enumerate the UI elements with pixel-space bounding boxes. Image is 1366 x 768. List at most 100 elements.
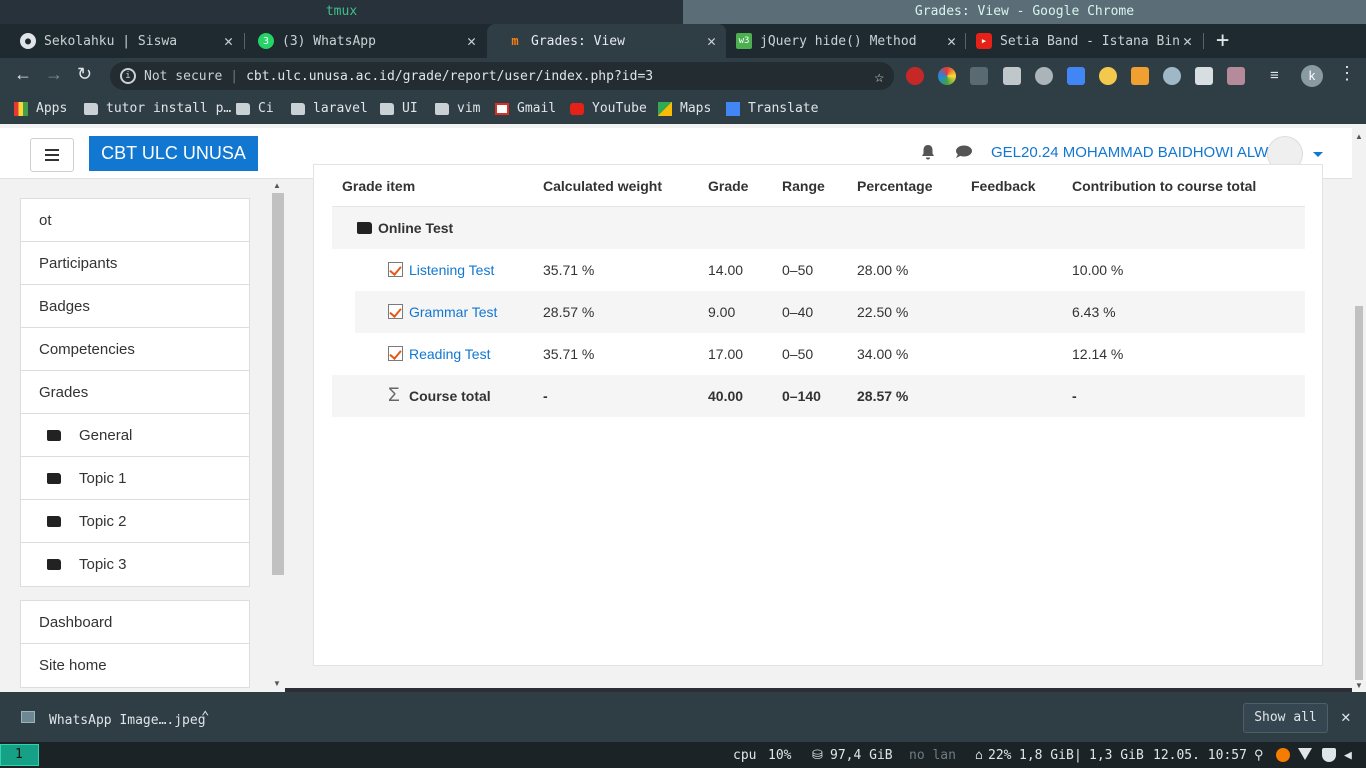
system-status-bar: 1 cpu 10% ⛁ 97,4 GiB no lan ⌂ 22% 1,8 Gi…	[0, 742, 1366, 768]
chrome-menu-icon[interactable]: ⋮	[1338, 63, 1356, 84]
close-tab-icon[interactable]: ✕	[707, 32, 716, 50]
new-tab-button[interactable]: +	[1216, 28, 1229, 53]
scroll-down-icon[interactable]: ▼	[273, 679, 281, 688]
show-all-button[interactable]: Show all	[1243, 703, 1328, 733]
forward-button[interactable]: →	[45, 64, 63, 85]
close-tab-icon[interactable]: ✕	[947, 32, 956, 50]
scroll-down-icon[interactable]: ▼	[1355, 681, 1363, 690]
media-queue-icon[interactable]: ≡	[1270, 67, 1288, 85]
close-tab-icon[interactable]: ✕	[1183, 32, 1192, 50]
scroll-up-icon[interactable]: ▲	[1355, 132, 1363, 141]
yab-extension-icon[interactable]	[906, 67, 924, 85]
nav-item-grades[interactable]: Grades	[21, 371, 249, 414]
security-label: Not secure	[144, 68, 223, 84]
nav-item-label: Topic 2	[79, 512, 127, 530]
tab-jquery-hide[interactable]: w3 jQuery hide() Method ✕	[716, 24, 966, 58]
grade-item-link[interactable]: Reading Test	[409, 346, 490, 362]
lightbulb-extension-icon[interactable]	[1099, 67, 1117, 85]
nav-item-site-home[interactable]: Site home	[21, 644, 249, 687]
tab-title: Sekolahku | Siswa	[44, 33, 178, 49]
nav-item-badges[interactable]: Badges	[21, 285, 249, 328]
message-icon[interactable]	[955, 145, 973, 159]
google-translate-extension-icon[interactable]	[1067, 67, 1085, 85]
nav-item-topic-3[interactable]: Topic 3	[21, 543, 249, 586]
range-cell: 0–50	[782, 346, 814, 362]
profile-avatar[interactable]: k	[1301, 65, 1323, 87]
tab-divider	[1203, 33, 1204, 49]
bookmark-tutor-install[interactable]: tutor install p…	[84, 101, 231, 116]
bookmark-label: Ci	[258, 101, 274, 116]
scrollbar-thumb[interactable]	[1355, 306, 1363, 680]
scroll-up-icon[interactable]: ▲	[273, 181, 281, 190]
wifi-icon[interactable]	[1298, 748, 1312, 760]
drawer-toggle-button[interactable]	[30, 138, 74, 172]
nav-item-dashboard[interactable]: Dashboard	[21, 601, 249, 644]
chevron-down-icon[interactable]	[1313, 152, 1323, 157]
bookmark-star-icon[interactable]: ☆	[874, 67, 884, 86]
bookmark-gmail[interactable]: Gmail	[495, 101, 556, 116]
bookmark-label: Gmail	[517, 101, 557, 116]
grade-cell: 9.00	[708, 304, 736, 320]
close-tab-icon[interactable]: ✕	[467, 32, 476, 50]
bookmark-youtube[interactable]: YouTube	[570, 101, 647, 116]
scrollbar-thumb[interactable]	[272, 193, 284, 575]
nav-item-topic-2[interactable]: Topic 2	[21, 500, 249, 543]
link-icon[interactable]: ⚲	[1254, 748, 1268, 763]
nav-item-competencies[interactable]: Competencies	[21, 328, 249, 371]
eraser-extension-icon[interactable]	[1195, 67, 1213, 85]
nav-item-topic-1[interactable]: Topic 1	[21, 457, 249, 500]
nav-item-participants[interactable]: Participants	[21, 242, 249, 285]
drawer-scrollbar[interactable]: ▲ ▼	[271, 179, 285, 692]
folder-icon	[380, 102, 394, 115]
folder-icon	[84, 102, 98, 115]
reload-button[interactable]: ↻	[77, 64, 92, 85]
grade-item-link[interactable]: Grammar Test	[409, 304, 497, 320]
back-button[interactable]: ←	[14, 64, 32, 85]
grade-cell: 17.00	[708, 346, 744, 362]
tab-grades-view[interactable]: m Grades: View ✕	[487, 24, 726, 58]
disk-free: 97,4 GiB	[830, 748, 893, 763]
bookmark-apps[interactable]: Apps	[14, 101, 67, 116]
flame-icon[interactable]	[1276, 748, 1290, 762]
bookmark-ui[interactable]: UI	[380, 101, 418, 116]
tab-youtube-setia-band[interactable]: ▶ Setia Band - Istana Bint ✕	[956, 24, 1202, 58]
circle-extension-icon[interactable]	[1163, 67, 1181, 85]
site-nav-block: Dashboard Site home	[20, 600, 250, 688]
close-tab-icon[interactable]: ✕	[224, 32, 233, 50]
nav-item-general[interactable]: General	[21, 414, 249, 457]
mail-checker-extension-icon[interactable]	[1003, 67, 1021, 85]
tab-whatsapp[interactable]: 3 (3) WhatsApp ✕	[238, 24, 486, 58]
bookmark-maps[interactable]: Maps	[658, 101, 711, 116]
grade-item-link[interactable]: Listening Test	[409, 262, 494, 278]
close-icon[interactable]: ✕	[1341, 707, 1351, 726]
download-filename[interactable]: WhatsApp Image….jpeg	[49, 713, 206, 728]
chevron-up-icon[interactable]: ⌃	[201, 709, 209, 725]
url-text[interactable]: cbt.ulc.unusa.ac.id/grade/report/user/in…	[246, 69, 653, 84]
quiz-icon	[388, 346, 403, 361]
folder-icon	[357, 222, 372, 234]
gear-extension-icon[interactable]	[1035, 67, 1053, 85]
notes-extension-icon[interactable]	[1131, 67, 1149, 85]
bookmark-laravel[interactable]: laravel	[291, 101, 368, 116]
bell-icon[interactable]	[920, 144, 936, 160]
bookmark-translate[interactable]: Translate	[726, 101, 818, 116]
address-bar[interactable]: i Not secure | cbt.ulc.unusa.ac.id/grade…	[110, 62, 894, 90]
shield-icon[interactable]	[1322, 748, 1336, 762]
bookmark-ci[interactable]: Ci	[236, 101, 274, 116]
page-scrollbar[interactable]: ▲ ▼	[1352, 128, 1366, 692]
course-nav-block: ot Participants Badges Competencies Grad…	[20, 198, 250, 587]
folder-icon	[47, 429, 61, 441]
percentage-cell: 28.57 %	[857, 388, 909, 404]
color-picker-extension-icon[interactable]	[938, 67, 956, 85]
volume-icon[interactable]: ◀	[1344, 748, 1358, 763]
ruler-extension-icon[interactable]	[970, 67, 988, 85]
user-menu-name[interactable]: GEL20.24 MOHAMMAD BAIDHOWI ALWI	[991, 144, 1272, 161]
site-brand-link[interactable]: CBT ULC UNUSA	[89, 136, 258, 171]
nav-item-ot[interactable]: ot	[21, 199, 249, 242]
percentage-cell: 22.50 %	[857, 304, 909, 320]
tab-sekolahku[interactable]: ● Sekolahku | Siswa ✕	[0, 24, 243, 58]
workspace-indicator[interactable]: 1	[0, 744, 39, 766]
paint-extension-icon[interactable]	[1227, 67, 1245, 85]
bookmark-vim[interactable]: vim	[435, 101, 480, 116]
info-icon[interactable]: i	[120, 68, 136, 84]
